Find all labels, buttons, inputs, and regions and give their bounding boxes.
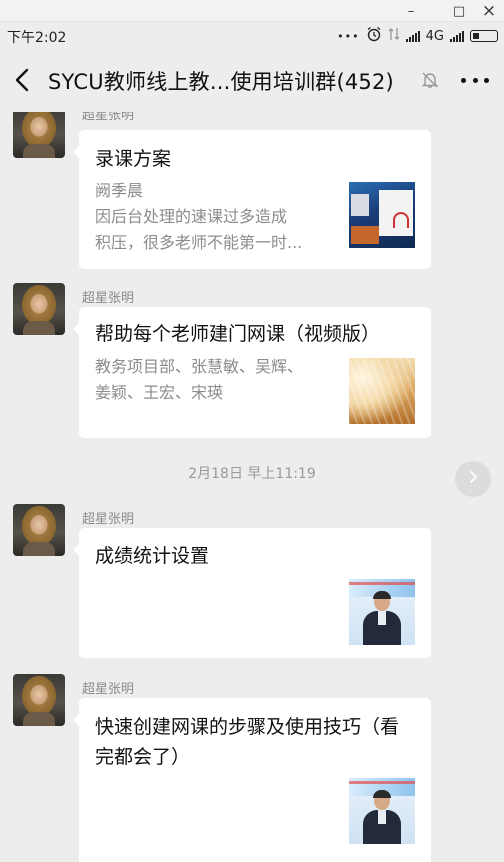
sender-name: 超星张明 [82, 112, 135, 123]
link-card[interactable]: 快速创建网课的步骤及使用技巧（看完都会了） [73, 698, 431, 862]
signal-icon [405, 30, 420, 42]
status-time: 下午2:02 [7, 30, 67, 46]
screenshot-thumbnail [349, 182, 415, 248]
chat-message-list[interactable]: 超星张明 录课方案 阙季晨 因后台处理的速课过多造成 积压，很多老师不能第一时.… [0, 112, 504, 862]
link-card[interactable]: 帮助每个老师建门网课（视频版） 教务项目部、张慧敏、吴辉、 姜颖、王宏、宋瑛 [73, 307, 431, 438]
link-card[interactable]: 录课方案 阙季晨 因后台处理的速课过多造成 积压，很多老师不能第一时... [73, 130, 431, 269]
card-title: 成绩统计设置 [95, 545, 210, 567]
card-title: 帮助每个老师建门网课（视频版） [95, 323, 381, 345]
card-title: 录课方案 [95, 148, 172, 170]
more-dots-icon: ••• [337, 29, 360, 43]
close-button[interactable]: × [474, 0, 504, 22]
chat-title: SYCU教师线上教...使用培训群(452) [48, 70, 394, 94]
link-card[interactable]: 成绩统计设置 [73, 528, 431, 658]
wheat-field-thumbnail [349, 358, 415, 424]
battery-icon [470, 30, 498, 42]
sender-avatar[interactable] [13, 674, 65, 726]
signal-icon-secondary [450, 30, 464, 42]
card-description: 阙季晨 因后台处理的速课过多造成 积压，很多老师不能第一时... [95, 181, 303, 252]
sender-name: 超星张明 [82, 512, 135, 527]
maximize-button[interactable]: □ [444, 0, 474, 22]
chat-header: SYCU教师线上教...使用培训群(452) [0, 50, 504, 112]
network-type-label: 4G [425, 28, 444, 44]
presenter-thumbnail [349, 778, 415, 844]
card-title: 快速创建网课的步骤及使用技巧（看完都会了） [95, 716, 400, 768]
alarm-icon [366, 26, 382, 46]
presenter-thumbnail [349, 579, 415, 645]
sender-avatar[interactable] [13, 283, 65, 335]
scroll-arrow-button[interactable] [455, 461, 491, 497]
more-options-icon[interactable] [461, 78, 489, 84]
mute-bell-icon [420, 70, 440, 90]
window-title-bar: – □ × [0, 0, 504, 22]
sender-name: 超星张明 [82, 682, 135, 697]
sender-name: 超星张明 [82, 291, 135, 306]
chevron-right-icon [466, 469, 480, 489]
date-divider: 2月18日 早上11:19 [188, 466, 316, 482]
minimize-button[interactable]: – [396, 0, 426, 22]
status-bar: 下午2:02 ••• 4G [0, 22, 504, 50]
data-transfer-icon [388, 27, 400, 45]
card-description: 教务项目部、张慧敏、吴辉、 姜颖、王宏、宋瑛 [95, 357, 304, 402]
back-arrow-icon[interactable] [10, 64, 36, 96]
sender-avatar[interactable] [13, 504, 65, 556]
status-icons: ••• 4G [337, 26, 498, 46]
sender-avatar[interactable] [13, 112, 65, 158]
